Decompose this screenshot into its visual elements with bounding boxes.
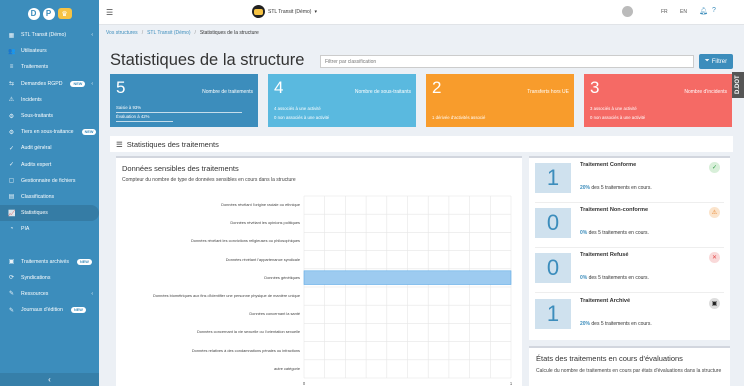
y-category-label: Données révélant les opinions politiques [230,220,300,226]
status-text: 0% des 5 traitements en cours. [580,230,649,236]
status-title: Traitement Refusé [580,252,629,258]
status-text: 20% des 5 traitements en cours. [580,185,652,191]
y-category-label: Données révélant l'appartenance syndical… [225,256,300,262]
tile-divider [535,247,724,248]
y-category-label: Données biométriques aux fins d'identifi… [153,293,300,298]
y-category-label: Données génétiques [264,274,300,280]
y-category-label: Données relatives à des condamnations pé… [191,347,300,353]
tile-divider [535,202,724,203]
y-category-label: Données concernant la santé [249,311,300,317]
status-tile: 0 Traitement Non-conforme 0% des 5 traitem… [535,205,724,249]
warning-icon: ⚠ [709,207,720,218]
status-count: 0 [535,208,571,238]
evaluation-subtitle: Calcule du nombre de traitements en cour… [536,368,722,374]
status-tile: 1 Traitement Conforme 20% des 5 traitement… [535,160,724,204]
status-text: 0% des 5 traitements en cours. [580,275,649,281]
x-tick-label: 0 [303,381,306,386]
evaluation-card [529,346,730,386]
status-desc: des 5 traitements en cours. [587,230,649,236]
x-tick-label: 1 [510,381,513,386]
y-category-label: autre catégorie [274,365,300,371]
status-tile: 0 Traitement Refusé 0% des 5 traitements e… [535,250,724,294]
chart-bar[interactable] [303,270,512,285]
status-count: 0 [535,253,571,283]
status-tile: 1 Traitement Archivé 20% des 5 traitements… [535,296,724,340]
status-desc: des 5 traitements en cours. [590,185,652,191]
status-percent: 20% [580,185,591,191]
y-category-label: Données révélant les convictions religie… [190,238,300,244]
status-title: Traitement Non-conforme [580,207,649,213]
evaluation-title: États des traitements en cours d'évaluat… [536,354,683,363]
cross-icon: ✕ [709,252,720,263]
check-icon: ✓ [709,162,720,173]
status-desc: des 5 traitements en cours. [590,321,652,327]
status-percent: 20% [580,321,591,327]
status-text: 20% des 5 traitements en cours. [580,321,652,327]
tile-divider [535,292,724,293]
status-count: 1 [535,299,571,329]
y-category-label: Données concernant la vie sexuelle ou l'… [196,329,300,335]
status-desc: des 5 traitements en cours. [587,275,649,281]
archive-box-icon: ▣ [709,298,720,309]
status-title: Traitement Archivé [580,298,631,304]
status-count: 1 [535,163,571,193]
y-category-label: Données révélant l'origine raciale ou et… [221,202,300,207]
status-title: Traitement Conforme [580,162,637,168]
